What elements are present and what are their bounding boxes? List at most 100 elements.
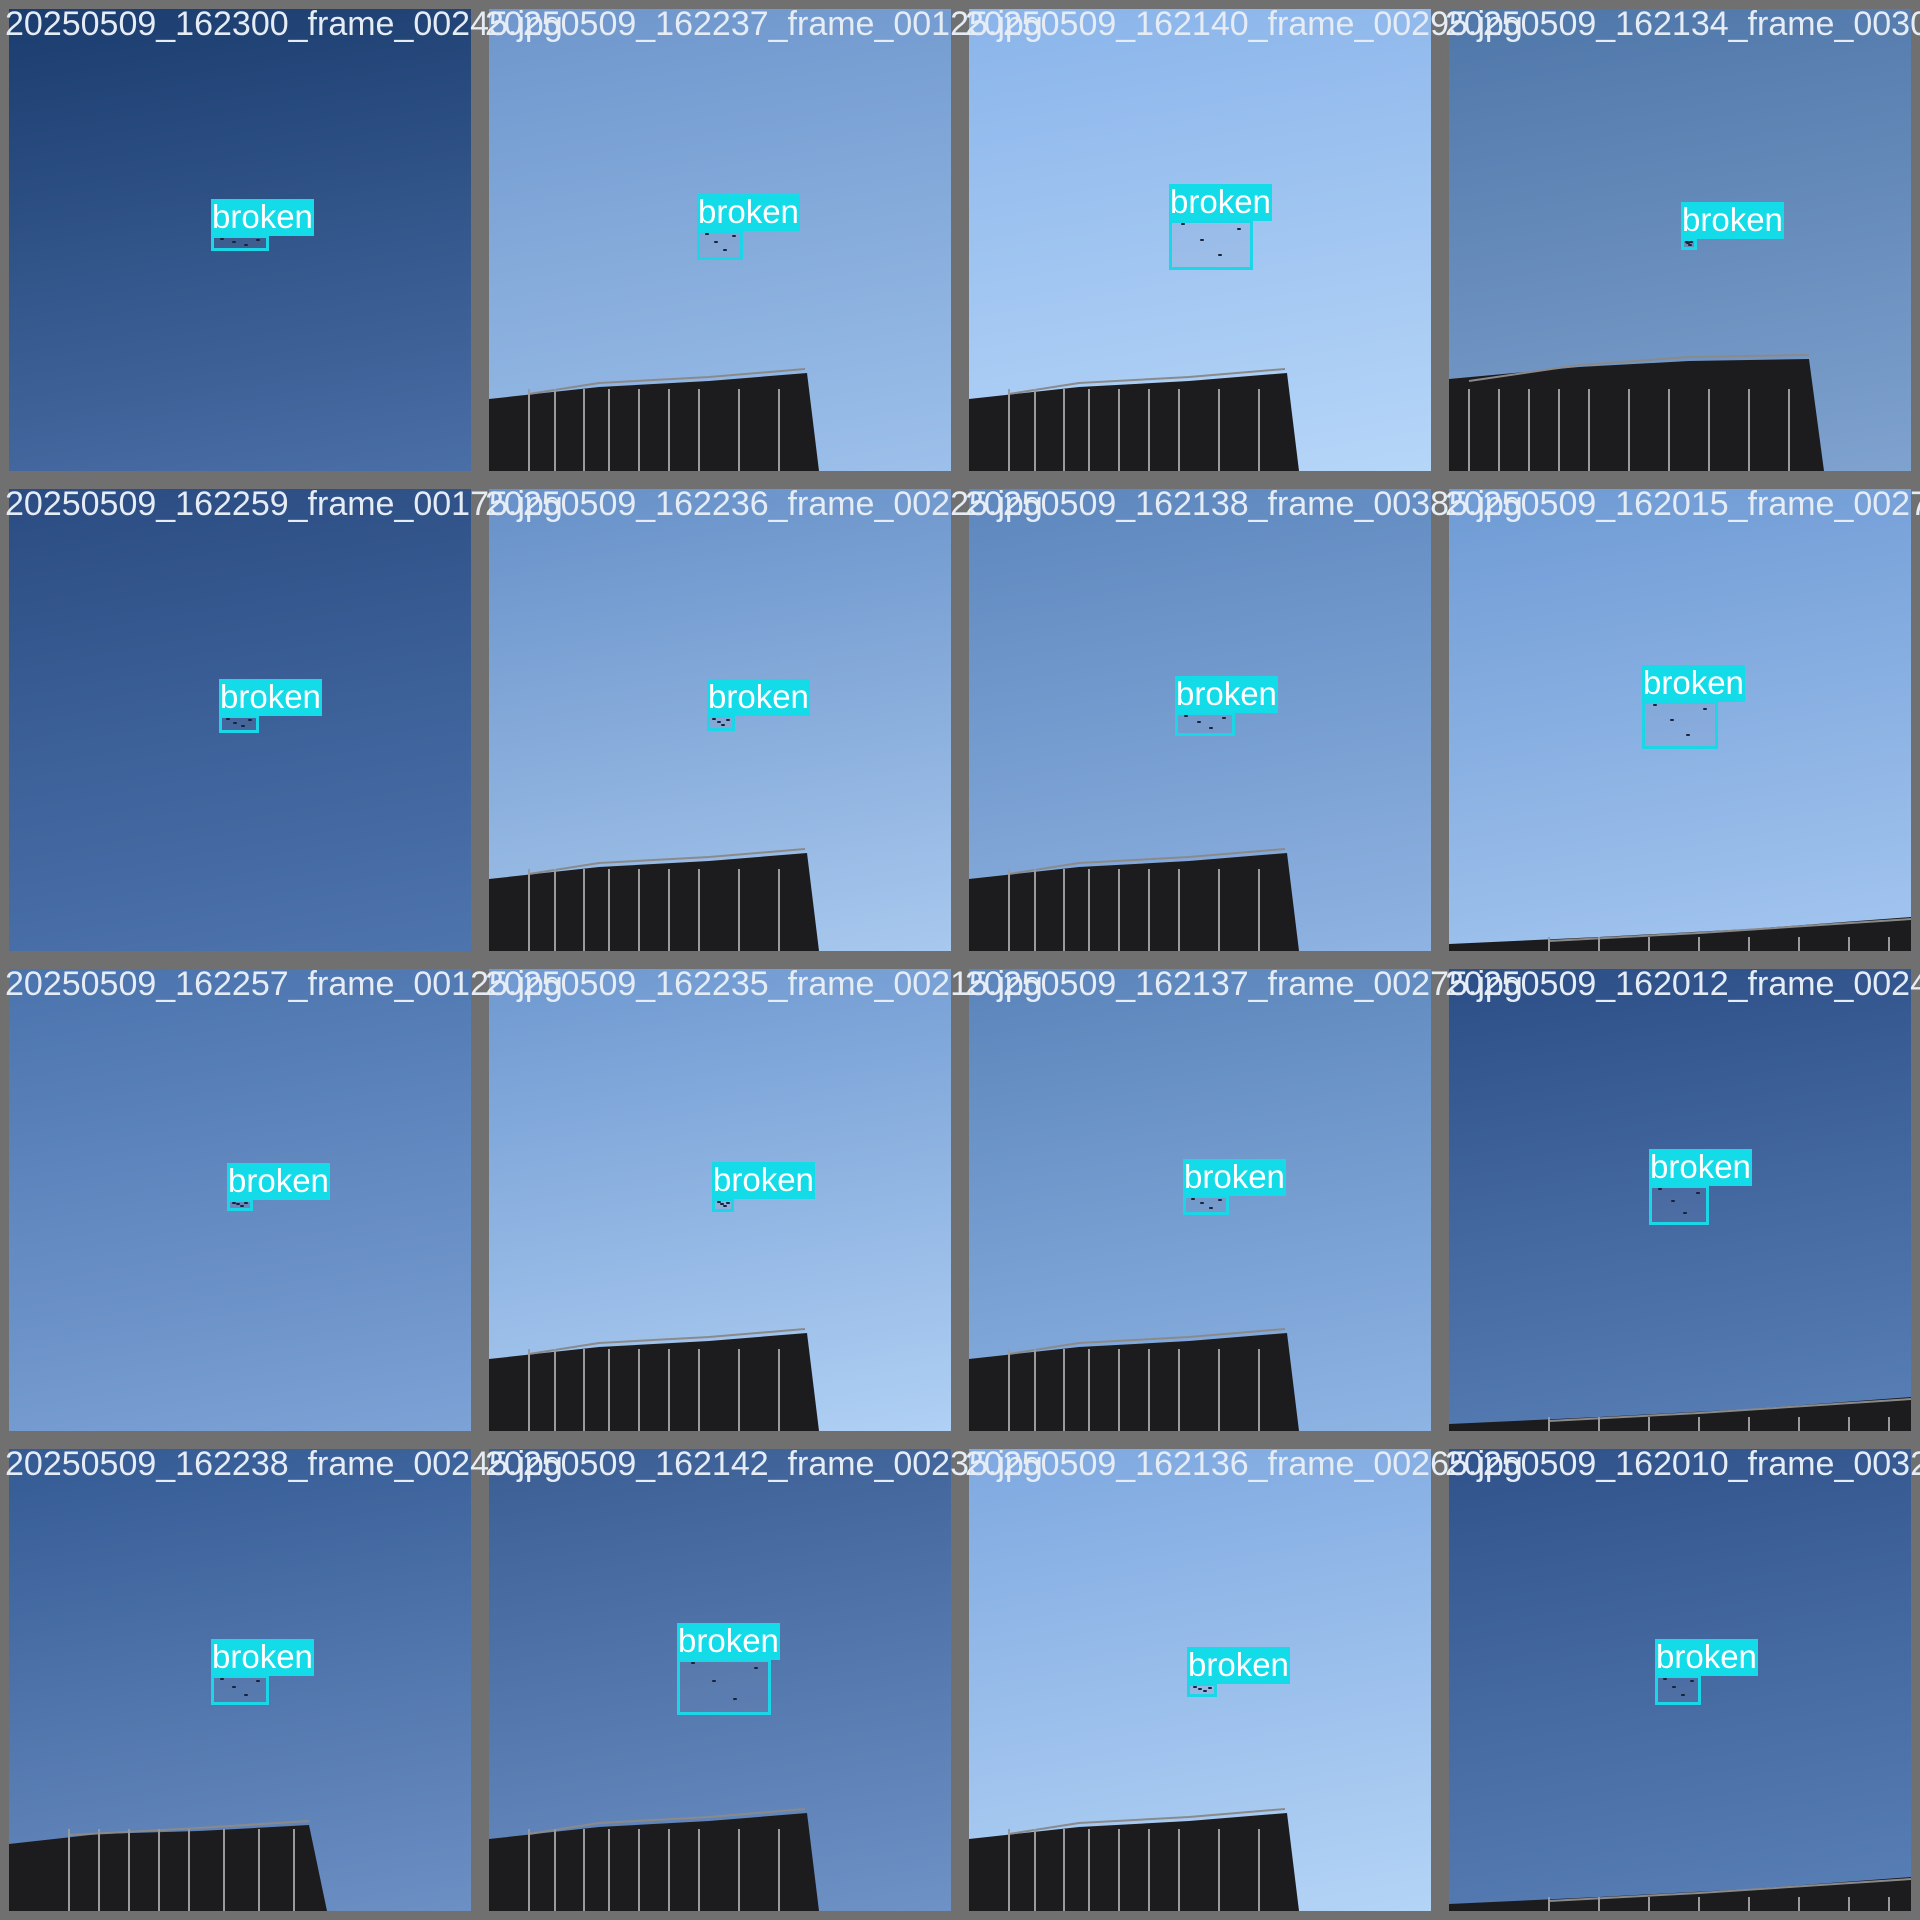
detection-bbox bbox=[712, 1198, 734, 1212]
debris-speck bbox=[1653, 704, 1657, 706]
debris-speck bbox=[691, 1662, 695, 1664]
grid-tile: broken bbox=[480, 1440, 960, 1920]
sky-photo: broken bbox=[9, 1449, 471, 1911]
sky-photo: broken bbox=[9, 489, 471, 951]
debris-speck bbox=[220, 238, 224, 240]
grid-tile: broken bbox=[960, 0, 1440, 480]
debris-speck bbox=[1658, 1188, 1662, 1190]
debris-speck bbox=[1663, 1678, 1667, 1680]
grid-tile: broken bbox=[0, 0, 480, 480]
debris-speck bbox=[1703, 708, 1707, 710]
debris-speck bbox=[1200, 239, 1204, 241]
debris-speck bbox=[233, 722, 237, 724]
detection-bbox bbox=[211, 235, 269, 251]
image-grid: broken 20250509_162300_frame_00245.jpg bro… bbox=[0, 0, 1920, 1920]
debris-speck bbox=[1681, 1694, 1685, 1696]
debris-speck bbox=[1218, 1199, 1222, 1201]
debris-speck bbox=[1686, 734, 1690, 736]
detection-label: broken bbox=[677, 1622, 780, 1660]
debris-speck bbox=[1209, 727, 1213, 729]
detection-bbox bbox=[1169, 220, 1253, 270]
sky-photo: broken bbox=[9, 969, 471, 1431]
debris-speck bbox=[1191, 1198, 1195, 1200]
detection-bbox bbox=[1655, 1675, 1701, 1705]
debris-speck bbox=[248, 719, 252, 721]
sky-photo: broken bbox=[1449, 1449, 1911, 1911]
sky-photo: broken bbox=[1449, 489, 1911, 951]
debris-speck bbox=[1688, 244, 1692, 246]
grid-tile: broken bbox=[480, 960, 960, 1440]
debris-speck bbox=[717, 721, 721, 723]
debris-speck bbox=[232, 1686, 236, 1688]
debris-speck bbox=[726, 1202, 730, 1204]
detection-label: broken bbox=[219, 678, 322, 716]
sky-photo: broken bbox=[969, 1449, 1431, 1911]
detection-label: broken bbox=[1655, 1638, 1758, 1676]
grid-tile: broken bbox=[480, 480, 960, 960]
debris-speck bbox=[1671, 1200, 1675, 1202]
debris-speck bbox=[721, 724, 725, 726]
debris-speck bbox=[1237, 228, 1241, 230]
debris-speck bbox=[226, 718, 230, 720]
grid-tile: broken bbox=[960, 480, 1440, 960]
detection-label: broken bbox=[1169, 183, 1272, 221]
debris-speck bbox=[244, 244, 248, 246]
debris-speck bbox=[1690, 1680, 1694, 1682]
grid-tile: broken bbox=[0, 960, 480, 1440]
debris-speck bbox=[712, 718, 716, 720]
debris-speck bbox=[1200, 1202, 1204, 1204]
detection-label: broken bbox=[712, 1161, 815, 1199]
detection-label: broken bbox=[211, 1638, 314, 1676]
debris-speck bbox=[1696, 1192, 1700, 1194]
detection-bbox bbox=[1649, 1185, 1709, 1225]
detection-bbox bbox=[1681, 238, 1697, 250]
sky-photo: broken bbox=[1449, 969, 1911, 1431]
detection-bbox bbox=[1183, 1195, 1229, 1215]
debris-speck bbox=[220, 1678, 224, 1680]
debris-speck bbox=[754, 1667, 758, 1669]
debris-speck bbox=[1193, 1686, 1197, 1688]
debris-speck bbox=[1689, 241, 1693, 243]
sky-photo: broken bbox=[969, 9, 1431, 471]
debris-speck bbox=[1683, 1212, 1687, 1214]
detection-bbox bbox=[707, 715, 735, 731]
debris-speck bbox=[705, 233, 709, 235]
debris-speck bbox=[241, 725, 245, 727]
detection-label: broken bbox=[1183, 1158, 1286, 1196]
debris-speck bbox=[732, 235, 736, 237]
detection-bbox bbox=[219, 715, 259, 733]
debris-speck bbox=[1208, 1687, 1212, 1689]
grid-tile: broken bbox=[0, 1440, 480, 1920]
grid-tile: broken bbox=[1440, 960, 1920, 1440]
debris-speck bbox=[244, 1694, 248, 1696]
detection-label: broken bbox=[1175, 675, 1278, 713]
debris-speck bbox=[1181, 223, 1185, 225]
sky-photo: broken bbox=[489, 9, 951, 471]
detection-label: broken bbox=[227, 1162, 330, 1200]
debris-speck bbox=[726, 719, 730, 721]
debris-speck bbox=[1672, 1686, 1676, 1688]
detection-label: broken bbox=[1187, 1646, 1290, 1684]
grid-tile: broken bbox=[960, 960, 1440, 1440]
debris-speck bbox=[1209, 1207, 1213, 1209]
grid-tile: broken bbox=[960, 1440, 1440, 1920]
debris-speck bbox=[712, 1680, 716, 1682]
detection-bbox bbox=[1187, 1683, 1217, 1697]
debris-speck bbox=[1670, 719, 1674, 721]
debris-speck bbox=[256, 1680, 260, 1682]
debris-speck bbox=[733, 1698, 737, 1700]
detection-label: broken bbox=[697, 193, 800, 231]
detection-bbox bbox=[211, 1675, 269, 1705]
debris-speck bbox=[1203, 1690, 1207, 1692]
sky-background bbox=[1449, 9, 1911, 471]
grid-tile: broken bbox=[1440, 0, 1920, 480]
debris-speck bbox=[1198, 1688, 1202, 1690]
grid-tile: broken bbox=[1440, 1440, 1920, 1920]
detection-label: broken bbox=[707, 678, 810, 716]
debris-speck bbox=[1222, 717, 1226, 719]
detection-label: broken bbox=[1681, 201, 1784, 239]
detection-bbox bbox=[677, 1659, 771, 1715]
detection-bbox bbox=[227, 1199, 253, 1211]
detection-label: broken bbox=[1642, 664, 1745, 702]
detection-label: broken bbox=[1649, 1148, 1752, 1186]
